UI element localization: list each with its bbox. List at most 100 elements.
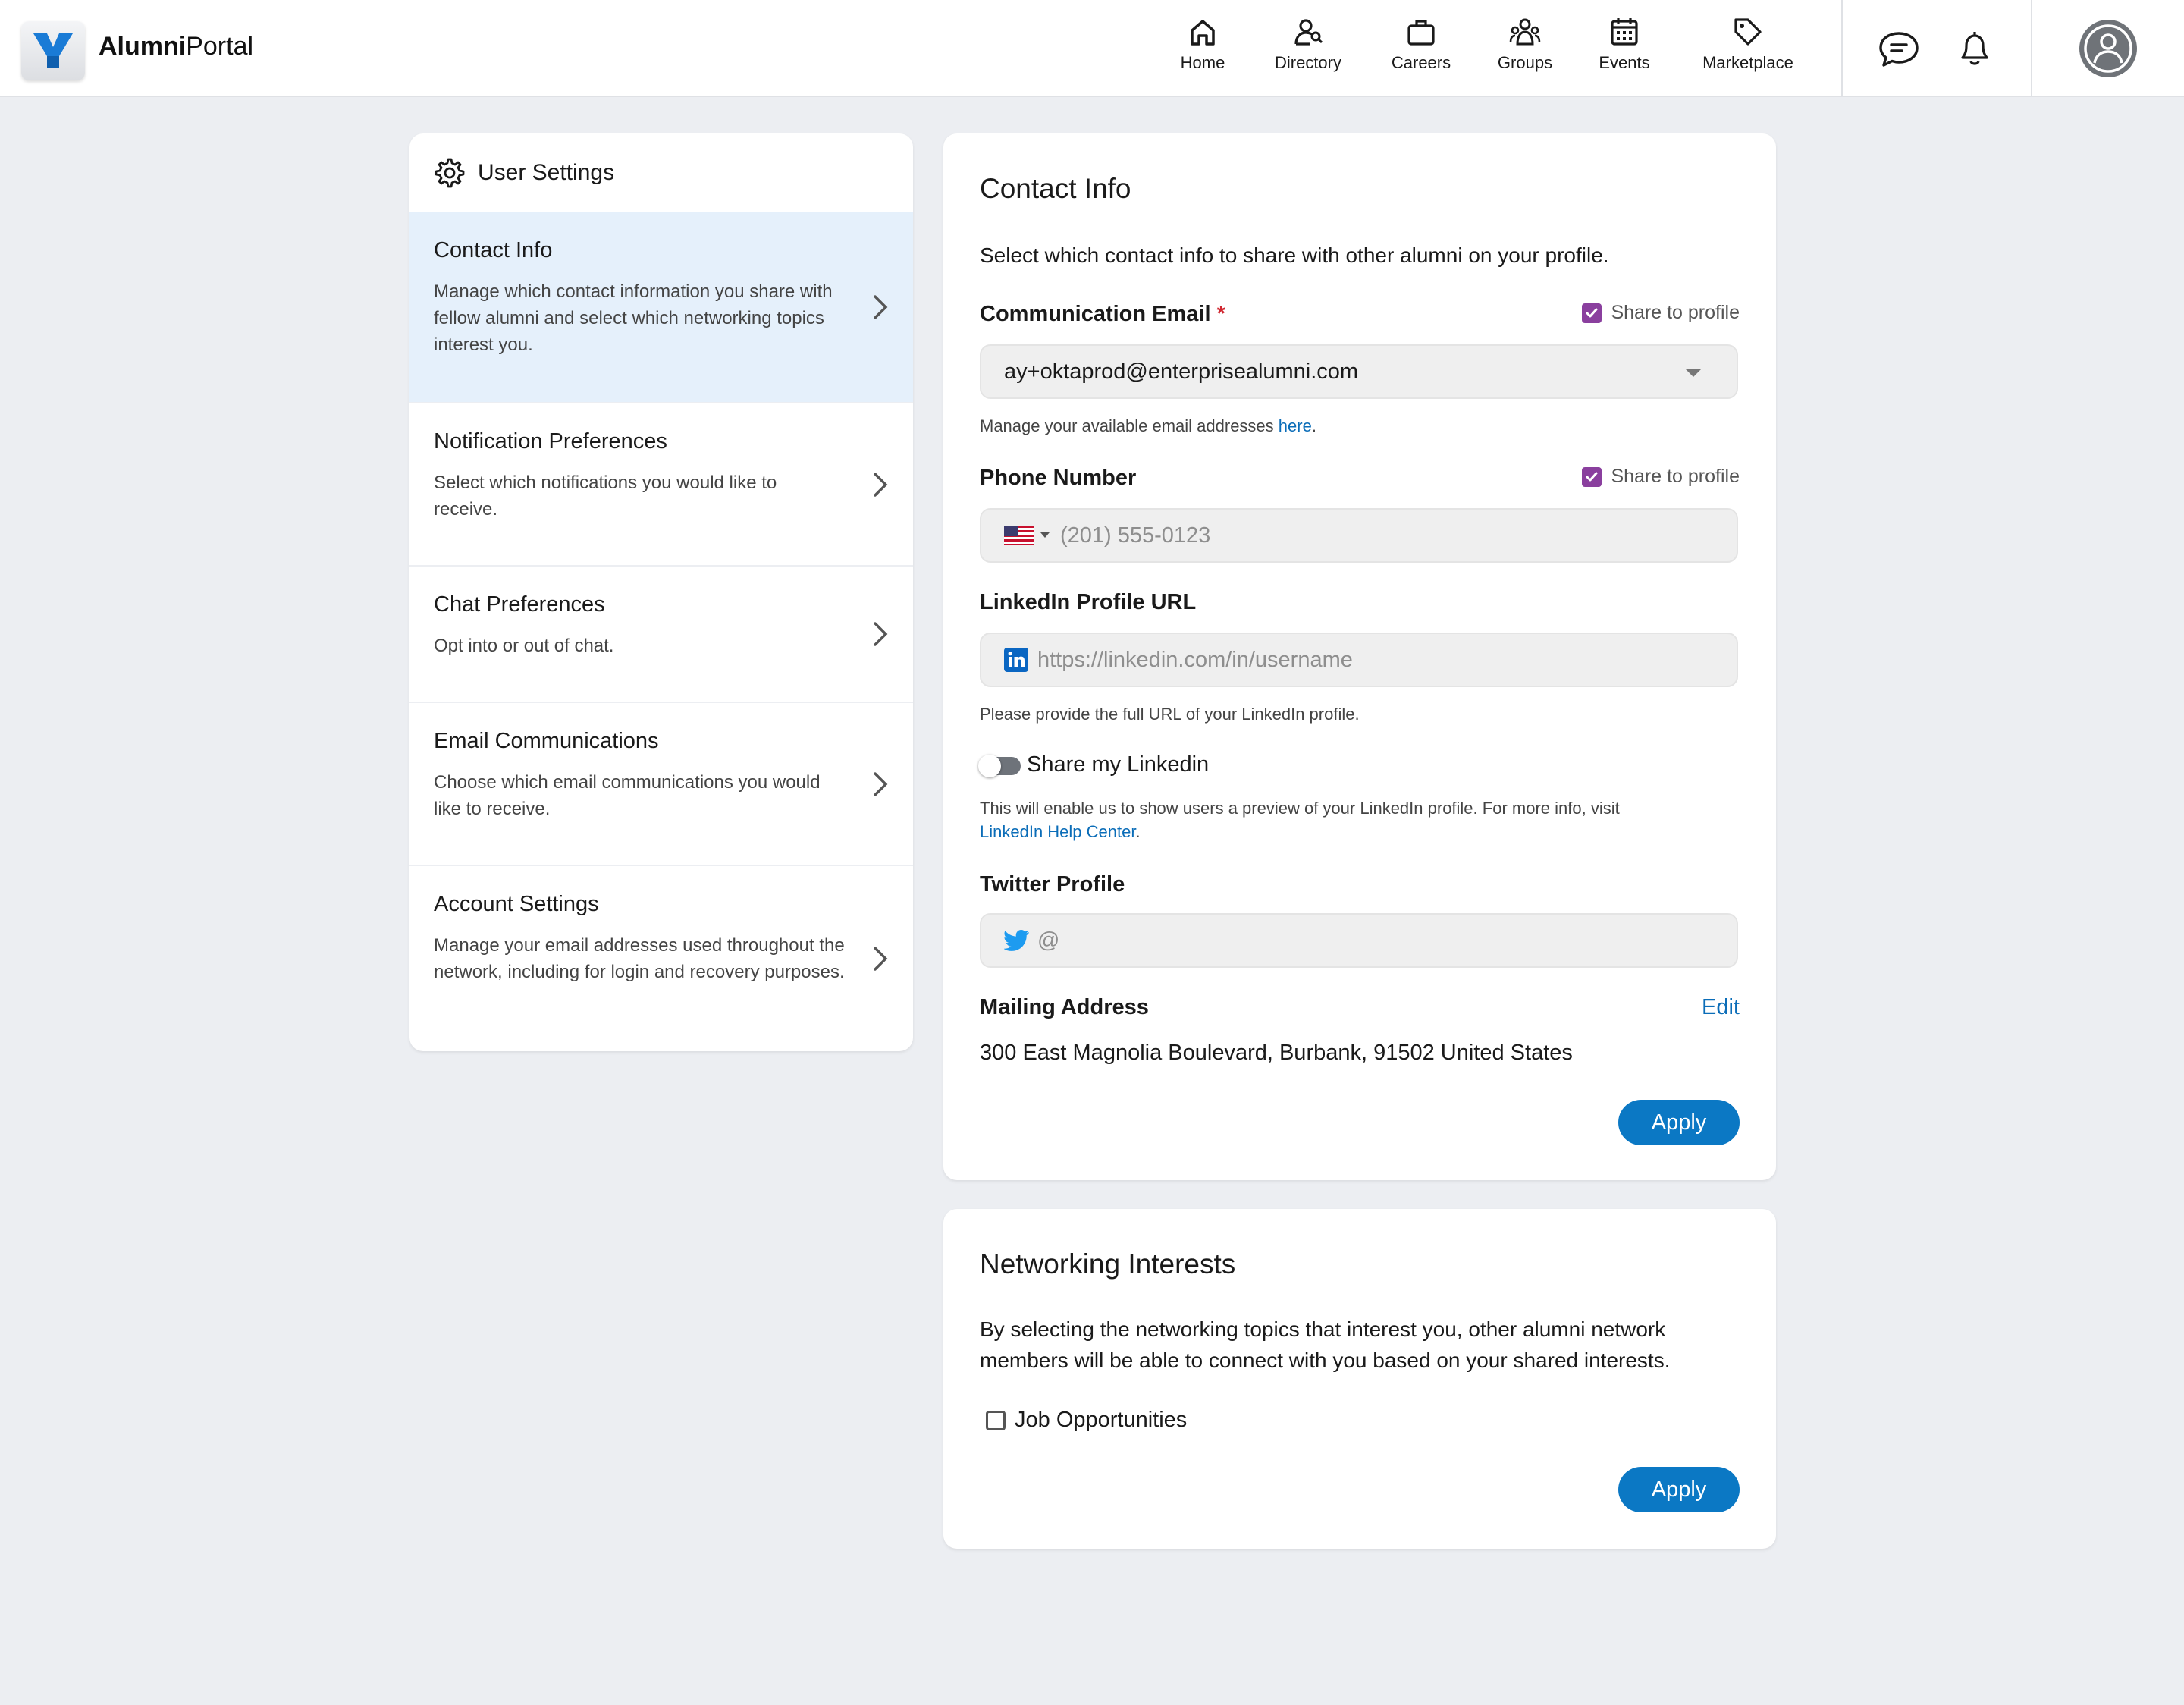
nav-events-label: Events xyxy=(1599,53,1650,72)
linkedin-icon xyxy=(1004,648,1028,672)
sidebar-item-desc: Choose which email communications you wo… xyxy=(434,772,821,819)
nav-groups[interactable]: Groups xyxy=(1491,15,1559,82)
linkedin-placeholder: https://linkedin.com/in/username xyxy=(1037,647,1353,672)
logo-y-icon xyxy=(33,33,73,68)
sidebar-item-email-communications[interactable]: Email Communications Choose which email … xyxy=(410,702,913,865)
directory-icon xyxy=(1294,19,1323,46)
brand-bold: Alumni xyxy=(99,32,187,61)
contact-info-lead: Select which contact info to share with … xyxy=(980,243,1609,267)
us-flag-icon xyxy=(1004,526,1034,545)
sidebar-item-contact-info[interactable]: Contact Info Manage which contact inform… xyxy=(410,212,913,402)
phone-input[interactable]: (201) 555-0123 xyxy=(980,508,1738,563)
checkbox-checked-icon xyxy=(1582,303,1602,323)
nav-careers-label: Careers xyxy=(1391,53,1451,72)
checkbox-unchecked-icon xyxy=(986,1410,1006,1430)
linkedin-label: LinkedIn Profile URL xyxy=(980,590,1197,614)
mailing-address-value: 300 East Magnolia Boulevard, Burbank, 91… xyxy=(980,1041,1573,1065)
sidebar-item-title: Email Communications xyxy=(434,729,659,753)
networking-interests-card: Networking Interests By selecting the ne… xyxy=(943,1209,1776,1549)
linkedin-info-text: This will enable us to show users a prev… xyxy=(980,799,1620,818)
nav-marketplace[interactable]: Marketplace xyxy=(1697,15,1799,82)
checkbox-checked-icon xyxy=(1582,466,1602,487)
nav-groups-label: Groups xyxy=(1497,53,1553,72)
email-label: Communication Email * xyxy=(980,302,1225,327)
sidebar-item-title: Chat Preferences xyxy=(434,592,605,617)
networking-title: Networking Interests xyxy=(980,1248,1236,1280)
brand-name[interactable]: AlumniPortal xyxy=(99,32,253,61)
nav-home[interactable]: Home xyxy=(1180,15,1225,82)
nav-home-label: Home xyxy=(1180,53,1225,72)
phone-share-checkbox[interactable]: Share to profile xyxy=(1582,466,1740,488)
linkedin-hint: Please provide the full URL of your Link… xyxy=(980,705,1360,724)
apply-networking-button[interactable]: Apply xyxy=(1618,1467,1740,1512)
job-opportunities-checkbox[interactable]: Job Opportunities xyxy=(986,1408,1187,1433)
email-hint-prefix: Manage your available email addresses xyxy=(980,416,1279,435)
avatar-icon xyxy=(2084,24,2132,73)
email-share-checkbox[interactable]: Share to profile xyxy=(1582,302,1740,324)
email-hint-suffix: . xyxy=(1311,416,1316,435)
phone-share-label: Share to profile xyxy=(1611,466,1740,487)
job-opportunities-label: Job Opportunities xyxy=(1015,1408,1188,1432)
twitter-prefix: @ xyxy=(1037,928,1060,953)
sidebar-item-account-settings[interactable]: Account Settings Manage your email addre… xyxy=(410,865,913,1051)
home-icon xyxy=(1191,20,1215,46)
twitter-input[interactable]: @ xyxy=(980,913,1738,968)
nav-careers[interactable]: Careers xyxy=(1385,15,1458,82)
header-divider xyxy=(2031,0,2032,97)
country-code-select[interactable] xyxy=(1004,526,1050,545)
linkedin-info-suffix: . xyxy=(1135,822,1141,841)
chevron-right-icon xyxy=(874,622,888,646)
bell-icon[interactable] xyxy=(1952,26,1997,71)
sidebar-item-notification-preferences[interactable]: Notification Preferences Select which no… xyxy=(410,402,913,565)
briefcase-icon xyxy=(1407,20,1435,46)
logo[interactable] xyxy=(21,21,85,80)
share-linkedin-label: Share my Linkedin xyxy=(1027,752,1210,777)
sidebar-item-title: Notification Preferences xyxy=(434,429,667,454)
nav-events[interactable]: Events xyxy=(1594,15,1655,82)
tag-icon xyxy=(1734,18,1762,46)
nav-directory-label: Directory xyxy=(1274,53,1341,72)
contact-info-card: Contact Info Select which contact info t… xyxy=(943,133,1776,1180)
twitter-label: Twitter Profile xyxy=(980,872,1125,896)
email-hint: Manage your available email addresses he… xyxy=(980,414,1316,438)
linkedin-info: This will enable us to show users a prev… xyxy=(980,796,1738,843)
communication-email-select[interactable]: ay+oktaprod@enterprisealumni.com xyxy=(980,344,1738,399)
email-share-label: Share to profile xyxy=(1611,302,1740,323)
settings-sidebar: User Settings Contact Info Manage which … xyxy=(410,133,913,1051)
email-label-text: Communication Email xyxy=(980,302,1211,326)
nav-marketplace-label: Marketplace xyxy=(1702,53,1793,72)
manage-email-link[interactable]: here xyxy=(1279,416,1312,435)
apply-contact-button[interactable]: Apply xyxy=(1618,1100,1740,1145)
required-mark: * xyxy=(1216,302,1225,326)
chevron-right-icon xyxy=(874,295,888,319)
chat-icon[interactable] xyxy=(1876,26,1922,71)
groups-icon xyxy=(1509,18,1541,46)
phone-label: Phone Number xyxy=(980,466,1137,490)
nav-directory[interactable]: Directory xyxy=(1268,15,1348,82)
sidebar-item-desc: Manage your email addresses used through… xyxy=(434,935,845,982)
gear-icon xyxy=(435,158,465,188)
header-divider xyxy=(1841,0,1843,97)
linkedin-url-input[interactable]: https://linkedin.com/in/username xyxy=(980,633,1738,687)
avatar[interactable] xyxy=(2079,20,2137,77)
mailing-address-label: Mailing Address xyxy=(980,995,1149,1019)
sidebar-item-chat-preferences[interactable]: Chat Preferences Opt into or out of chat… xyxy=(410,565,913,702)
sidebar-header: User Settings xyxy=(410,133,913,212)
chevron-right-icon xyxy=(874,947,888,971)
twitter-icon xyxy=(1004,930,1029,951)
chevron-down-icon xyxy=(1685,369,1702,377)
sidebar-item-title: Contact Info xyxy=(434,238,553,262)
toggle-knob xyxy=(978,755,1001,777)
sidebar-item-desc: Opt into or out of chat. xyxy=(434,636,614,656)
chevron-right-icon xyxy=(874,771,888,796)
linkedin-help-center-link[interactable]: LinkedIn Help Center xyxy=(980,822,1135,841)
email-value: ay+oktaprod@enterprisealumni.com xyxy=(1004,359,1359,384)
edit-address-link[interactable]: Edit xyxy=(1702,995,1740,1020)
caret-down-icon xyxy=(1040,532,1050,538)
sidebar-item-desc: Select which notifications you would lik… xyxy=(434,473,777,520)
share-linkedin-toggle[interactable] xyxy=(978,755,1021,777)
brand-rest: Portal xyxy=(186,32,254,61)
networking-lead: By selecting the networking topics that … xyxy=(980,1317,1671,1372)
phone-placeholder: (201) 555-0123 xyxy=(1060,523,1211,548)
contact-info-title: Contact Info xyxy=(980,173,1131,204)
